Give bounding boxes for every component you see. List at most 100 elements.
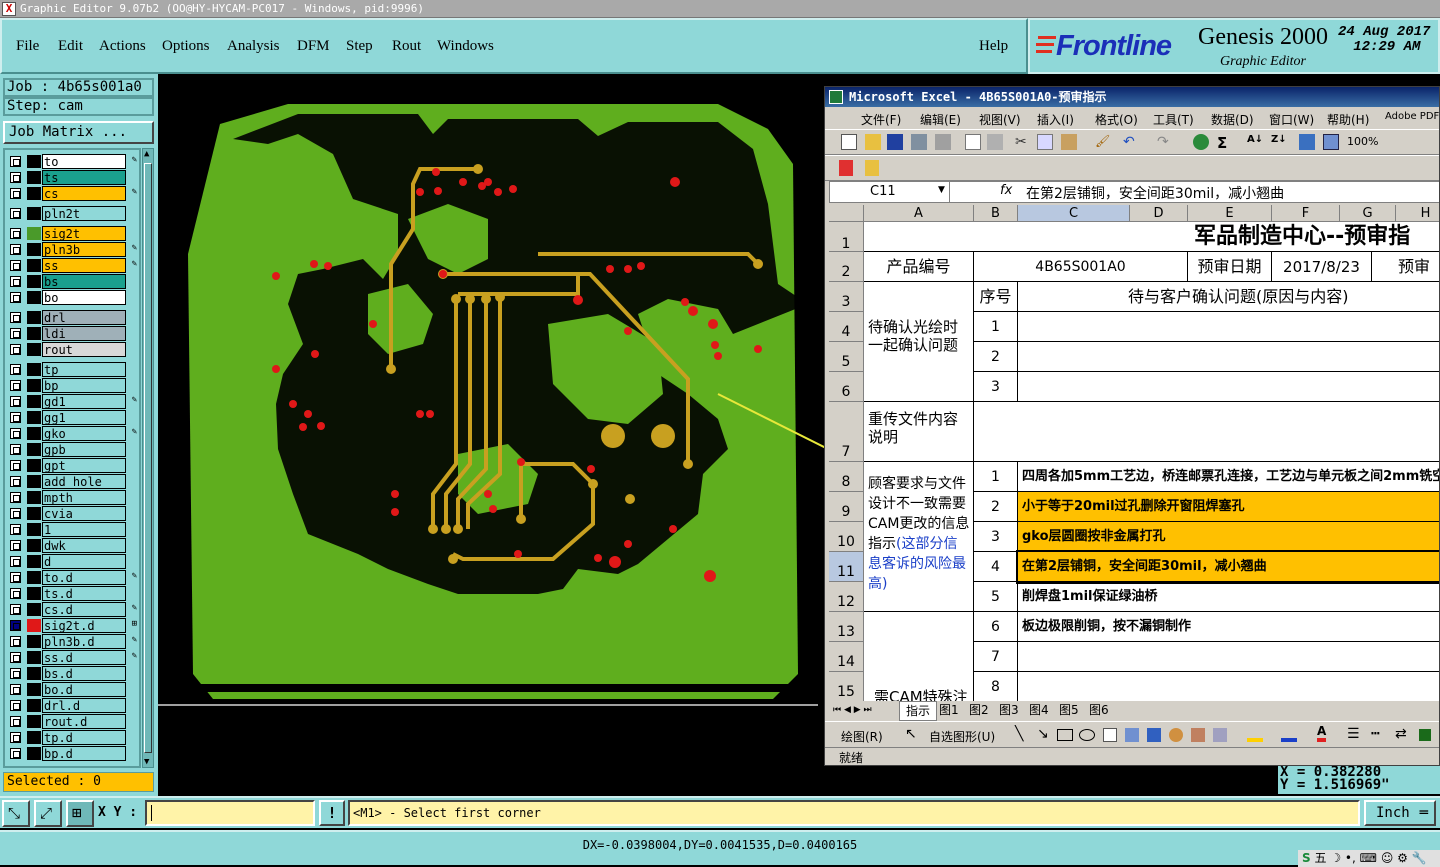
layer-checkbox[interactable] — [10, 172, 21, 183]
row-header[interactable]: 6 — [829, 372, 864, 402]
menu-step[interactable]: Step — [346, 38, 373, 55]
new-icon[interactable] — [841, 134, 857, 150]
layer-name[interactable]: add_hole — [42, 474, 126, 489]
item-number-cell[interactable]: 4 — [974, 552, 1018, 582]
excel-menu-file[interactable]: 文件(F) — [861, 111, 901, 128]
layer-name[interactable]: bp.d — [42, 746, 126, 761]
layer-row-bp[interactable]: bp — [5, 378, 139, 393]
review-date-cell[interactable]: 2017/8/23 — [1272, 252, 1372, 282]
layer-row-gko[interactable]: gko ✎ — [5, 426, 139, 441]
layer-color-swatch[interactable] — [27, 635, 41, 648]
layer-checkbox[interactable] — [10, 312, 21, 323]
punctuation-icon[interactable]: •, — [1345, 851, 1356, 865]
layer-checkbox[interactable] — [10, 244, 21, 255]
layer-name[interactable]: ldi — [42, 326, 126, 341]
item-number-cell[interactable]: 5 — [974, 582, 1018, 612]
layer-checkbox[interactable] — [10, 476, 21, 487]
oval-icon[interactable] — [1079, 729, 1095, 741]
row-header[interactable]: 11 — [829, 552, 864, 582]
diagram-icon[interactable] — [1147, 728, 1161, 742]
excel-menu-adobe[interactable]: Adobe PDF — [1385, 111, 1439, 122]
layer-color-swatch[interactable] — [27, 491, 41, 504]
pdf-convert-icon[interactable] — [839, 160, 853, 176]
layer-row-drl-d[interactable]: drl.d — [5, 698, 139, 713]
menu-actions[interactable]: Actions — [99, 38, 146, 55]
layer-row-rout-d[interactable]: rout.d — [5, 714, 139, 729]
row-header[interactable]: 4 — [829, 312, 864, 342]
settings-icon[interactable]: ⚙ — [1397, 851, 1408, 865]
font-color-icon[interactable]: A — [1317, 724, 1327, 742]
layer-row-ss[interactable]: ss ✎ — [5, 258, 139, 273]
sheet-title-cell[interactable]: 军品制造中心--预审指 — [864, 222, 1439, 252]
layer-name[interactable]: bo.d — [42, 682, 126, 697]
excel-menu-view[interactable]: 视图(V) — [979, 111, 1021, 128]
row-header[interactable]: 15 — [829, 672, 864, 701]
column-header-a[interactable]: A — [864, 205, 974, 222]
save-icon[interactable] — [887, 134, 903, 150]
layer-checkbox[interactable] — [10, 700, 21, 711]
layer-color-swatch[interactable] — [27, 523, 41, 536]
layer-checkbox[interactable] — [10, 396, 21, 407]
menu-windows[interactable]: Windows — [437, 38, 494, 55]
layer-row-bs-d[interactable]: bs.d — [5, 666, 139, 681]
layer-name[interactable]: bs — [42, 274, 126, 289]
job-matrix-button[interactable]: Job Matrix ... — [3, 121, 154, 144]
xy-input[interactable] — [145, 800, 315, 826]
layer-row-bp-d[interactable]: bp.d — [5, 746, 139, 761]
menu-file[interactable]: File — [16, 38, 39, 55]
row-header[interactable]: 10 — [829, 522, 864, 552]
item-number-cell[interactable]: 7 — [974, 642, 1018, 672]
layer-checkbox[interactable] — [10, 228, 21, 239]
column-header-b[interactable]: B — [974, 205, 1018, 222]
layer-color-swatch[interactable] — [27, 327, 41, 340]
layer-checkbox[interactable] — [10, 668, 21, 679]
excel-menu-tools[interactable]: 工具(T) — [1153, 111, 1194, 128]
issue-header-cell[interactable]: 待与客户确认问题(原因与内容) — [1018, 282, 1439, 312]
layer-color-swatch[interactable] — [27, 379, 41, 392]
layer-color-swatch[interactable] — [27, 715, 41, 728]
print-preview-icon[interactable] — [935, 134, 951, 150]
item-text-cell[interactable]: gko层圆圈按非金属打孔 — [1018, 522, 1439, 552]
layer-checkbox[interactable] — [10, 604, 21, 615]
layer-row-gpt[interactable]: gpt — [5, 458, 139, 473]
keyboard-icon[interactable]: ⌨ — [1360, 851, 1377, 865]
layer-name[interactable]: rout — [42, 342, 126, 357]
layer-row-pln3b[interactable]: pln3b ✎ — [5, 242, 139, 257]
item-text-cell[interactable]: 削焊盘1mil保证绿油桥 — [1018, 582, 1439, 612]
layer-checkbox[interactable] — [10, 492, 21, 503]
layer-name[interactable]: d — [42, 554, 126, 569]
layer-color-swatch[interactable] — [27, 603, 41, 616]
layer-name[interactable]: mpth — [42, 490, 126, 505]
line-style-icon[interactable]: ☰ — [1347, 726, 1360, 742]
layer-name[interactable]: sig2t.d — [42, 618, 126, 633]
layer-color-swatch[interactable] — [27, 619, 41, 632]
item-text-cell[interactable] — [1018, 672, 1439, 701]
layer-checkbox[interactable] — [10, 260, 21, 271]
layer-color-swatch[interactable] — [27, 667, 41, 680]
layer-color-swatch[interactable] — [27, 427, 41, 440]
layer-row-dwk[interactable]: dwk — [5, 538, 139, 553]
layer-name[interactable]: cs.d — [42, 602, 126, 617]
excel-menu-insert[interactable]: 插入(I) — [1037, 111, 1074, 128]
paste-icon[interactable] — [1061, 134, 1077, 150]
layer-color-swatch[interactable] — [27, 459, 41, 472]
dash-style-icon[interactable]: ┅ — [1371, 726, 1379, 742]
textbox-icon[interactable] — [1103, 728, 1117, 742]
layer-row-pln2t[interactable]: pln2t — [5, 206, 139, 221]
layer-row-gd1[interactable]: gd1 ✎ — [5, 394, 139, 409]
tab-nav-icon[interactable]: ⏮ ◀ ▶ ⏭ — [833, 701, 872, 719]
layer-name[interactable]: bp — [42, 378, 126, 393]
layer-row-ss-d[interactable]: ss.d ✎ — [5, 650, 139, 665]
spelling-icon[interactable] — [965, 134, 981, 150]
layer-name[interactable]: ss — [42, 258, 126, 273]
layer-checkbox[interactable] — [10, 524, 21, 535]
item-number-cell[interactable]: 2 — [974, 492, 1018, 522]
layer-row-d[interactable]: d — [5, 554, 139, 569]
layer-row-ts[interactable]: ts — [5, 170, 139, 185]
tab-sheet[interactable]: 图3 — [999, 701, 1019, 719]
arrow-style-icon[interactable]: ⇄ — [1395, 726, 1407, 742]
insert-picture-icon[interactable] — [1191, 728, 1205, 742]
layer-checkbox[interactable] — [10, 412, 21, 423]
layer-name[interactable]: gg1 — [42, 410, 126, 425]
clipart-icon[interactable] — [1169, 728, 1183, 742]
